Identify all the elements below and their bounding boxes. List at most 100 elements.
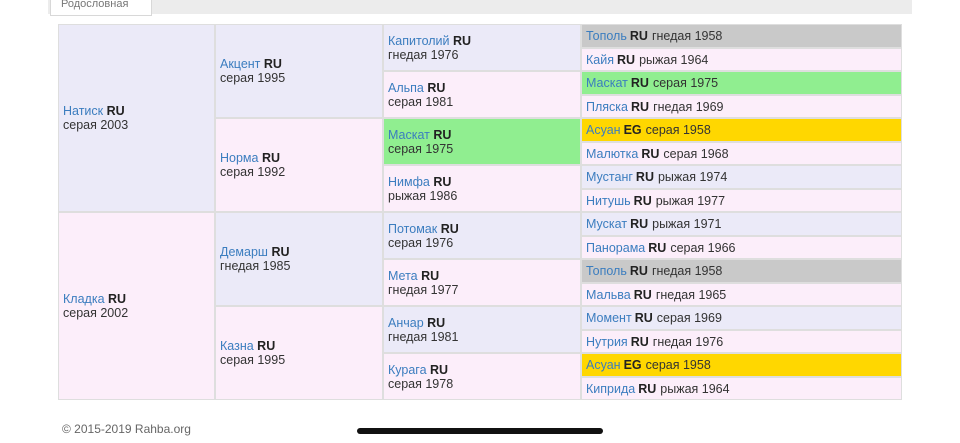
country-code: RU xyxy=(630,334,649,349)
pedigree-gen4-cell: Тополь RU гнедая 1958 xyxy=(581,259,902,283)
country-code: RU xyxy=(433,127,452,142)
horse-info: рыжая 1971 xyxy=(652,217,722,231)
pedigree-gen4-cell: Асуан EG серая 1958 xyxy=(581,353,902,377)
horse-info: серая 1968 xyxy=(663,146,729,161)
horse-info: серая 1976 xyxy=(388,235,454,250)
horse-link[interactable]: Мустанг xyxy=(586,170,633,184)
pedigree-gen4-cell: Нутрия RU гнедая 1976 xyxy=(581,330,902,353)
country-code: RU xyxy=(630,217,649,231)
horse-info: гнедая 1985 xyxy=(220,259,291,273)
horse-link[interactable]: Маскат xyxy=(586,76,628,90)
country-code: RU xyxy=(261,151,281,165)
pedigree-sire: Натиск RU серая 2003 xyxy=(58,24,215,212)
horse-info: серая 1978 xyxy=(388,376,454,391)
pedigree-gen4-cell: Мустанг RU рыжая 1974 xyxy=(581,165,902,189)
pedigree-gen4-cell: Маскат RU серая 1975 xyxy=(581,71,902,95)
horse-link[interactable]: Тополь xyxy=(586,29,627,43)
footer-copyright: © 2015-2019 Rahba.org xyxy=(62,422,191,436)
country-code: RU xyxy=(440,221,459,236)
country-code: RU xyxy=(634,311,653,325)
country-code: RU xyxy=(633,287,652,302)
horse-info: серая 1958 xyxy=(645,123,711,137)
horse-link[interactable]: Пляска xyxy=(586,100,628,114)
horse-info: гнедая 1976 xyxy=(388,47,459,62)
horse-info: серая 1995 xyxy=(220,353,286,367)
horse-link[interactable]: Панорама xyxy=(586,241,645,255)
country-code: EG xyxy=(623,123,642,137)
horse-link[interactable]: Мускат xyxy=(586,217,627,231)
horse-info: серая 1995 xyxy=(220,71,286,85)
country-code: RU xyxy=(427,315,446,330)
home-indicator[interactable] xyxy=(357,428,603,434)
country-code: RU xyxy=(257,339,276,353)
horse-link[interactable]: Капитолий xyxy=(388,34,450,48)
horse-link[interactable]: Тополь xyxy=(586,264,627,278)
country-code: RU xyxy=(433,174,452,189)
horse-link[interactable]: Нутрия xyxy=(586,335,628,349)
horse-info: гнедая 1981 xyxy=(388,329,459,344)
pedigree-gen4-cell: Малютка RU серая 1968 xyxy=(581,142,902,165)
horse-link[interactable]: Кладка xyxy=(63,292,105,306)
horse-info: серая 1966 xyxy=(670,240,736,255)
country-code: RU xyxy=(106,104,125,118)
horse-link[interactable]: Натиск xyxy=(63,104,103,118)
pedigree-gen4-cell: Киприда RU рыжая 1964 xyxy=(581,377,902,400)
horse-link[interactable]: Курага xyxy=(388,363,427,377)
pedigree-gen2-cell: Казна RU серая 1995 xyxy=(215,306,383,400)
horse-info: гнедая 1969 xyxy=(653,99,724,114)
horse-link[interactable]: Момент xyxy=(586,311,632,325)
country-code: RU xyxy=(641,146,660,161)
horse-info: рыжая 1977 xyxy=(655,193,726,208)
horse-info: рыжая 1964 xyxy=(660,381,730,396)
country-code: RU xyxy=(430,362,449,377)
horse-info: гнедая 1977 xyxy=(388,282,459,297)
horse-link[interactable]: Асуан xyxy=(586,123,621,137)
horse-link[interactable]: Акцент xyxy=(220,57,260,71)
pedigree-gen3-cell: Мета RU гнедая 1977 xyxy=(383,259,581,306)
pedigree-gen2-cell: Акцент RU серая 1995 xyxy=(215,24,383,118)
horse-link[interactable]: Казна xyxy=(220,339,254,353)
horse-link[interactable]: Норма xyxy=(220,151,258,165)
horse-link[interactable]: Потомак xyxy=(388,222,437,236)
country-code: EG xyxy=(623,358,642,372)
country-code: RU xyxy=(638,381,657,396)
pedigree-dam: Кладка RU серая 2002 xyxy=(58,212,215,400)
horse-info: серая 1992 xyxy=(220,165,286,179)
country-code: RU xyxy=(263,57,282,71)
horse-link[interactable]: Кайя xyxy=(586,53,614,67)
horse-link[interactable]: Мальва xyxy=(586,288,631,302)
horse-link[interactable]: Демарш xyxy=(220,245,268,259)
horse-link[interactable]: Альпа xyxy=(388,81,424,95)
pedigree-gen4-cell: Тополь RU гнедая 1958 xyxy=(581,24,902,48)
pedigree-gen3-cell: Нимфа RU рыжая 1986 xyxy=(383,165,581,212)
pedigree-gen4-cell: Кайя RU рыжая 1964 xyxy=(581,48,902,71)
horse-info: серая 1969 xyxy=(656,311,722,325)
horse-info: серая 1958 xyxy=(645,358,711,372)
horse-info: гнедая 1958 xyxy=(651,264,723,278)
horse-link[interactable]: Маскат xyxy=(388,128,430,142)
tab-pedigree[interactable]: Родословная xyxy=(50,0,152,16)
horse-link[interactable]: Анчар xyxy=(388,316,424,330)
horse-info: рыжая 1986 xyxy=(388,188,458,203)
horse-info: серая 1981 xyxy=(388,94,454,109)
horse-link[interactable]: Нитушь xyxy=(586,194,631,208)
country-code: RU xyxy=(617,52,636,67)
horse-link[interactable]: Асуан xyxy=(586,358,621,372)
pedigree-gen3-cell: Анчар RU гнедая 1981 xyxy=(383,306,581,353)
horse-link[interactable]: Мета xyxy=(388,269,418,283)
pedigree-gen4-cell: Мускат RU рыжая 1971 xyxy=(581,212,902,236)
horse-info: гнедая 1976 xyxy=(652,334,724,349)
horse-link[interactable]: Киприда xyxy=(586,382,635,396)
pedigree-gen4-cell: Пляска RU гнедая 1969 xyxy=(581,95,902,118)
country-code: RU xyxy=(629,29,648,43)
pedigree-table: Натиск RU серая 2003 Кладка RU серая 200… xyxy=(58,24,902,400)
horse-info: гнедая 1958 xyxy=(651,29,723,43)
horse-info: серая 1975 xyxy=(388,141,454,156)
country-code: RU xyxy=(631,99,650,114)
horse-link[interactable]: Нимфа xyxy=(388,175,430,189)
horse-link[interactable]: Малютка xyxy=(586,147,638,161)
horse-info: рыжая 1964 xyxy=(639,52,709,67)
country-code: RU xyxy=(630,76,649,90)
horse-info: серая 2002 xyxy=(63,306,129,320)
horse-info: гнедая 1965 xyxy=(655,287,727,302)
